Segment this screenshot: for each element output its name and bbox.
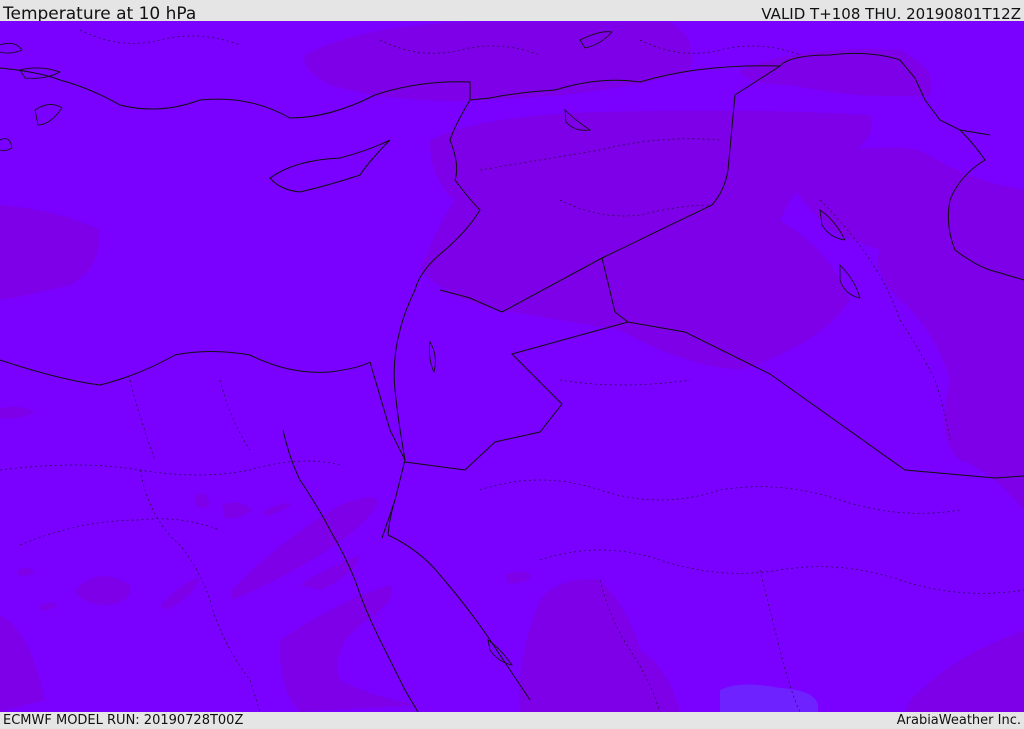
footer-bar: ECMWF MODEL RUN: 20190728T00Z ArabiaWeat… [0,712,1024,729]
header-bar: Temperature at 10 hPa VALID T+108 THU. 2… [0,0,1024,24]
map-canvas [0,21,1024,712]
model-run-label: ECMWF MODEL RUN: 20190728T00Z [3,713,244,728]
credit-label: ArabiaWeather Inc. [896,713,1021,728]
temperature-map[interactable] [0,21,1024,712]
